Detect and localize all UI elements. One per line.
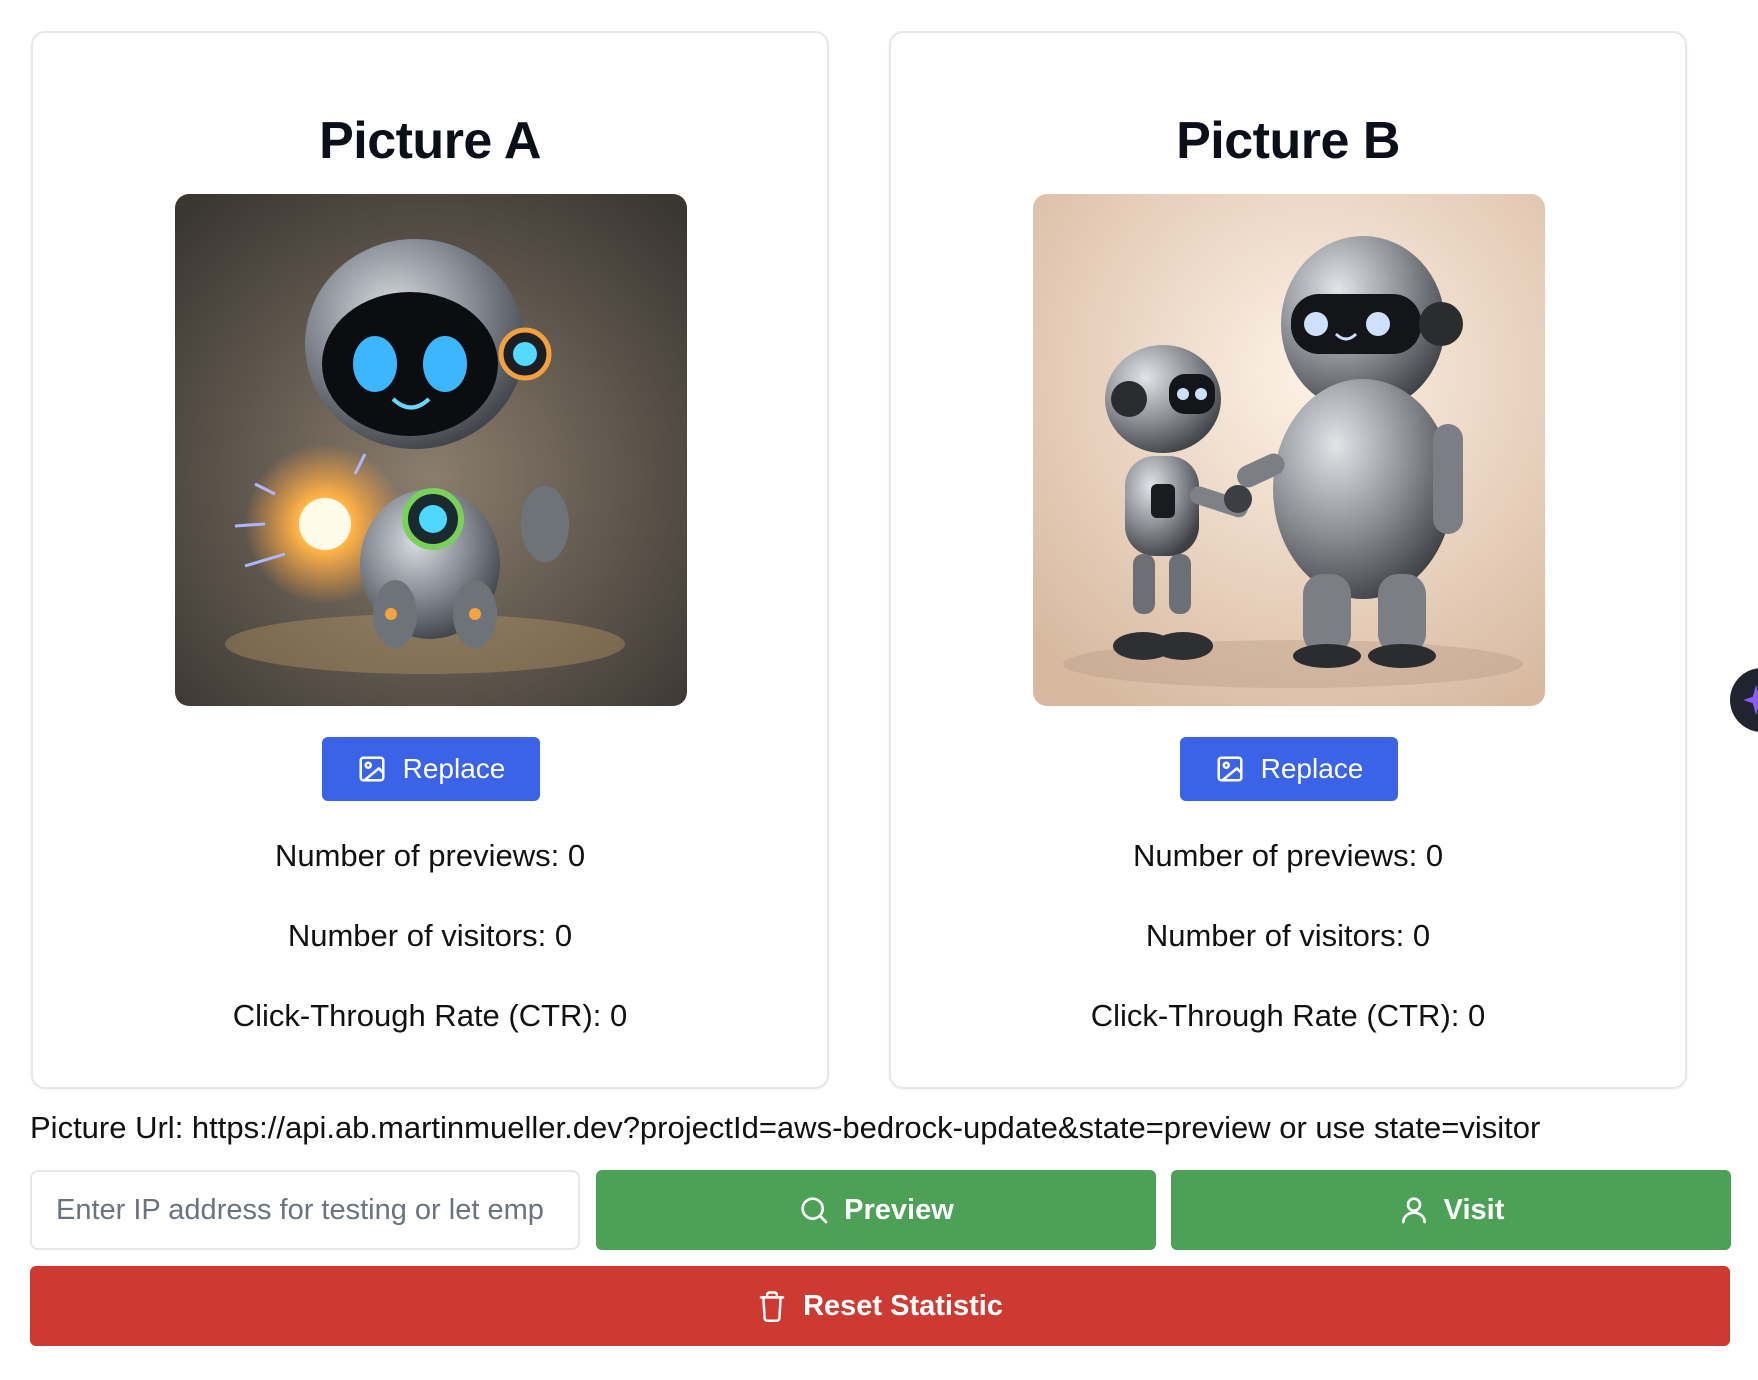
- replace-a-button[interactable]: Replace: [322, 737, 540, 801]
- search-icon: [801, 1197, 828, 1224]
- picture-a-title: Picture A: [319, 112, 541, 170]
- picture-a-image: [175, 194, 687, 706]
- sparkle-icon: [1743, 684, 1758, 716]
- picture-b-image: [1033, 194, 1545, 706]
- assistant-fab[interactable]: [1730, 668, 1758, 732]
- previews-count-a: Number of previews: 0: [274, 838, 586, 873]
- visit-button[interactable]: Visit: [1171, 1170, 1731, 1250]
- picture-a-card: Picture A Replace Number of previews: 0 …: [31, 31, 829, 1089]
- replace-b-label: Replace: [1260, 753, 1364, 784]
- trash-icon: [759, 1291, 785, 1322]
- ip-address-input[interactable]: [30, 1170, 580, 1250]
- reset-statistic-button[interactable]: Reset Statistic: [30, 1266, 1730, 1346]
- replace-b-button[interactable]: Replace: [1180, 737, 1398, 801]
- picture-b-title: Picture B: [1176, 112, 1400, 170]
- visitors-count-a: Number of visitors: 0: [287, 918, 573, 953]
- preview-label: Preview: [844, 1193, 954, 1226]
- replace-a-label: Replace: [402, 753, 506, 784]
- ab-test-page: Picture A Replace Number of previews: 0 …: [0, 0, 1758, 1380]
- preview-button[interactable]: Preview: [596, 1170, 1156, 1250]
- ctr-b: Click-Through Rate (CTR): 0: [1090, 998, 1486, 1033]
- picture-url-text: Picture Url: https://api.ab.martinmuelle…: [30, 1110, 1541, 1145]
- visit-label: Visit: [1443, 1193, 1505, 1226]
- image-icon: [1217, 756, 1243, 782]
- reset-label: Reset Statistic: [803, 1289, 1003, 1322]
- ctr-a: Click-Through Rate (CTR): 0: [232, 998, 628, 1033]
- previews-count-b: Number of previews: 0: [1132, 838, 1444, 873]
- picture-b-card: Picture B Replace Number of previews: 0 …: [889, 31, 1687, 1089]
- visitors-count-b: Number of visitors: 0: [1145, 918, 1431, 953]
- user-icon: [1401, 1197, 1426, 1224]
- image-icon: [359, 756, 385, 782]
